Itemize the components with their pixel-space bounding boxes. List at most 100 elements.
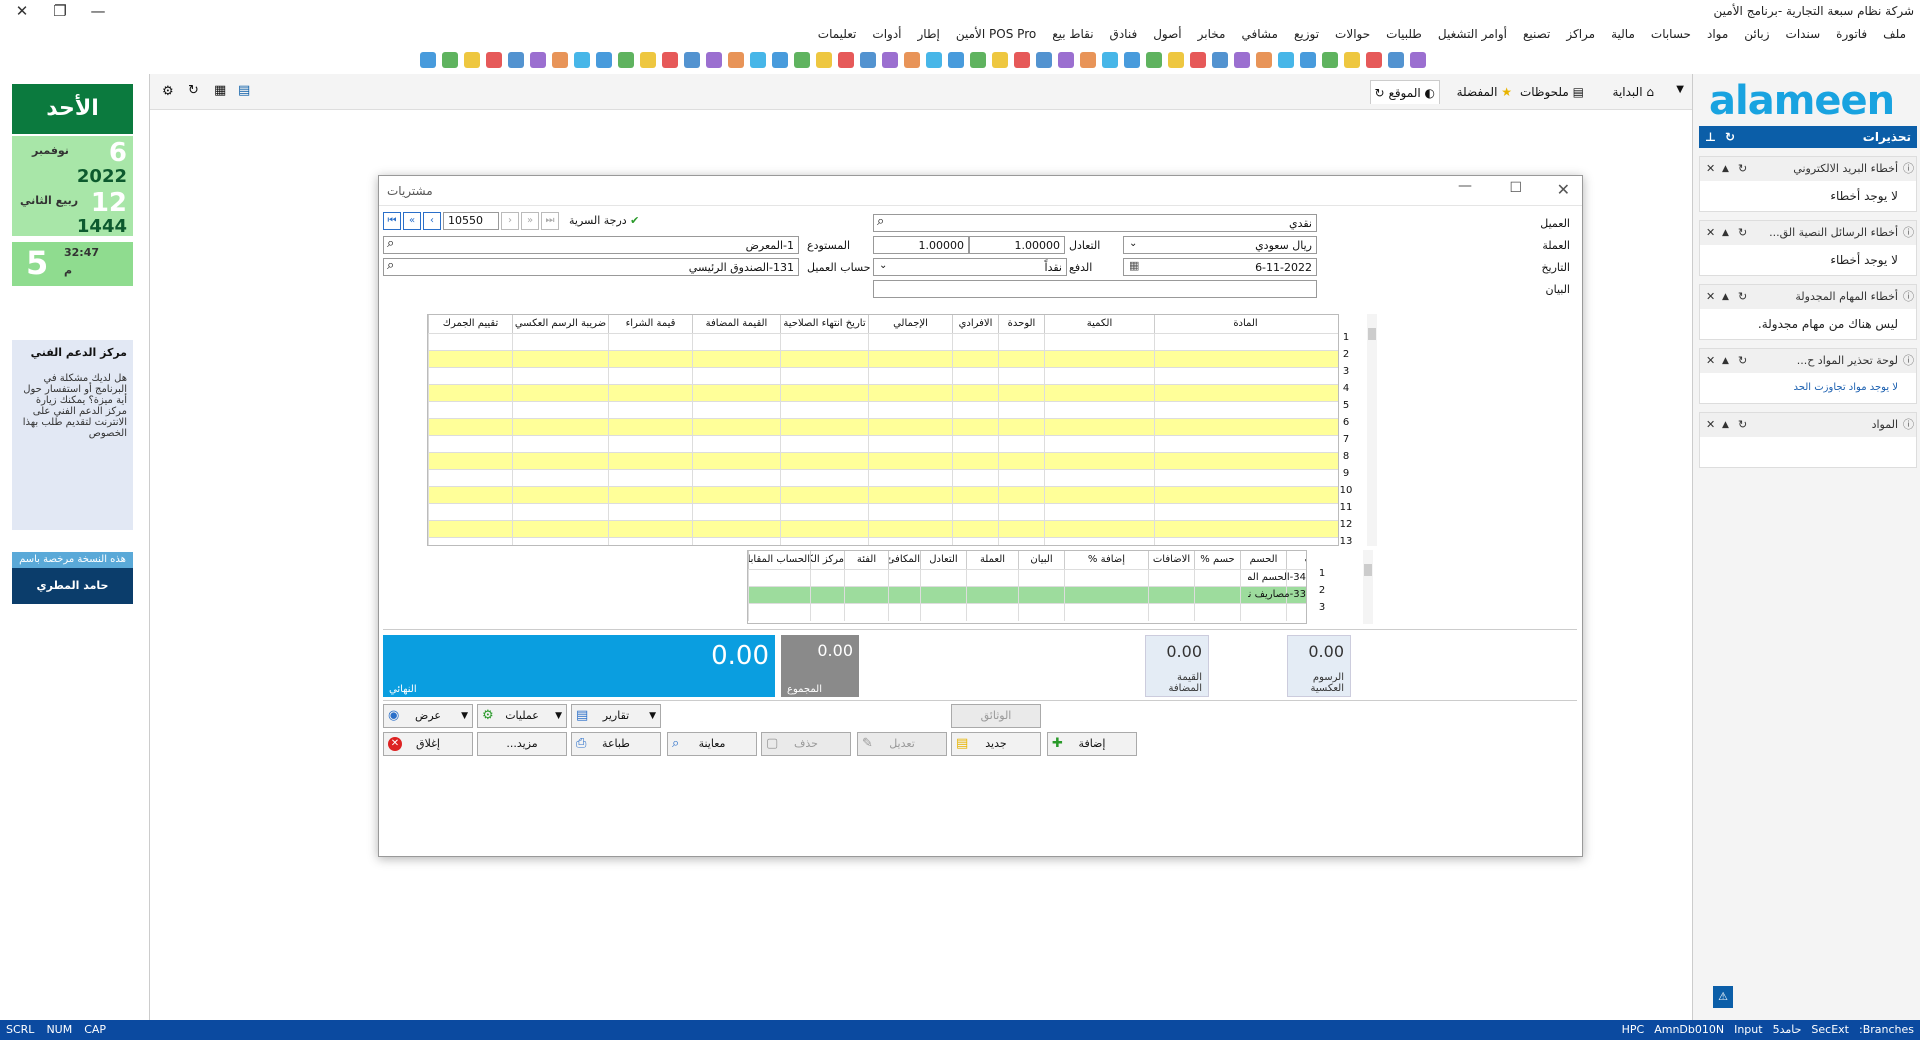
toolbar-icon[interactable]: [684, 52, 700, 68]
account-cell[interactable]: 33-مصاريف نقل: [1248, 589, 1306, 600]
column-header[interactable]: إضافة %: [1064, 551, 1148, 569]
column-header[interactable]: قيمة الشراء: [608, 315, 692, 333]
menu-item-9[interactable]: أوامر التشغيل: [1430, 27, 1515, 41]
toolbar-icon[interactable]: [1278, 52, 1294, 68]
dialog-minimize-button[interactable]: —: [1458, 178, 1472, 194]
toolbar-icon[interactable]: [1388, 52, 1404, 68]
grid-icon[interactable]: ▦: [214, 83, 226, 98]
menu-item-12[interactable]: توزيع: [1286, 27, 1327, 41]
customer-field[interactable]: نقدي: [873, 214, 1317, 232]
close-button[interactable]: إغلاق ✕: [383, 732, 473, 756]
table-row[interactable]: [428, 367, 1338, 385]
items-grid[interactable]: تقييم الجمرك ضريبة الرسم العكسي قيمة الشرا…: [427, 314, 1339, 546]
collapse-icon[interactable]: ▲: [1722, 221, 1729, 245]
menu-item-11[interactable]: حوالات: [1327, 27, 1378, 41]
column-header[interactable]: حسم %: [1194, 551, 1240, 569]
close-icon[interactable]: ✕: [1706, 413, 1715, 437]
search-icon[interactable]: ⌕: [877, 214, 884, 229]
table-row[interactable]: [428, 503, 1338, 521]
close-icon[interactable]: ✕: [1706, 349, 1715, 373]
toolbar-icon[interactable]: [750, 52, 766, 68]
collapse-icon[interactable]: ▲: [1722, 413, 1729, 437]
toolbar-icon[interactable]: [1322, 52, 1338, 68]
toolbar-icon[interactable]: [706, 52, 722, 68]
table-row[interactable]: [748, 603, 1306, 621]
table-row[interactable]: [428, 401, 1338, 419]
menu-item-3[interactable]: زبائن: [1736, 27, 1777, 41]
preview-button[interactable]: معاينة ⌕: [667, 732, 757, 756]
toolbar-icon[interactable]: [640, 52, 656, 68]
table-row[interactable]: 33-مصاريف نقل: [748, 586, 1306, 604]
secrecy-level[interactable]: ✔ درجة السرية: [569, 214, 639, 227]
menu-item-6[interactable]: مالية: [1603, 27, 1643, 41]
delete-button[interactable]: حذف ▢: [761, 732, 851, 756]
next-record-button[interactable]: ›: [501, 212, 519, 230]
items-scrollbar[interactable]: [1367, 314, 1377, 546]
refresh-icon[interactable]: ↻: [1738, 157, 1747, 181]
toolbar-icon[interactable]: [860, 52, 876, 68]
menu-item-1[interactable]: فاتورة: [1828, 27, 1875, 41]
toolbar-icon[interactable]: [904, 52, 920, 68]
toolbar-icon[interactable]: [1234, 52, 1250, 68]
table-row[interactable]: [428, 350, 1338, 368]
table-row[interactable]: [428, 452, 1338, 470]
calendar-icon[interactable]: ▤: [238, 83, 250, 98]
refresh-icon[interactable]: ↻: [1725, 126, 1735, 148]
toolbar-icon[interactable]: [1190, 52, 1206, 68]
search-icon[interactable]: ⌕: [387, 236, 394, 251]
last-record-button[interactable]: ⏭: [541, 212, 559, 230]
refresh-icon[interactable]: ↻: [1738, 285, 1747, 309]
toolbar-icon[interactable]: [816, 52, 832, 68]
toolbar-icon[interactable]: [464, 52, 480, 68]
dialog-close-button[interactable]: ✕: [1557, 180, 1570, 199]
table-row[interactable]: [428, 384, 1338, 402]
table-row[interactable]: [428, 435, 1338, 453]
column-header[interactable]: العملة: [966, 551, 1018, 569]
table-row[interactable]: [428, 469, 1338, 487]
toolbar-icon[interactable]: [992, 52, 1008, 68]
toolbar-icon[interactable]: [838, 52, 854, 68]
menu-item-13[interactable]: مشافي: [1233, 27, 1286, 41]
new-button[interactable]: جديد ▤: [951, 732, 1041, 756]
record-number-input[interactable]: 10550: [443, 212, 499, 230]
column-header[interactable]: الحساب: [1286, 551, 1306, 569]
currency-select[interactable]: ريال سعودي: [1123, 236, 1317, 254]
menu-item-15[interactable]: أصول: [1145, 27, 1189, 41]
toolbar-icon[interactable]: [1036, 52, 1052, 68]
documents-button[interactable]: الوثائق: [951, 704, 1041, 728]
edit-button[interactable]: تعديل ✎: [857, 732, 947, 756]
column-header[interactable]: الاضافات: [1148, 551, 1194, 569]
toolbar-icon[interactable]: [1080, 52, 1096, 68]
support-center[interactable]: مركز الدعم الفني هل لديك مشكلة في البرنا…: [12, 340, 133, 530]
toolbar-icon[interactable]: [1366, 52, 1382, 68]
prev-record-button[interactable]: ‹: [423, 212, 441, 230]
toolbar-icon[interactable]: [1124, 52, 1140, 68]
close-icon[interactable]: ✕: [1706, 157, 1715, 181]
menu-item-17[interactable]: نقاط بيع: [1044, 27, 1101, 41]
toolbar-icon[interactable]: [1058, 52, 1074, 68]
chevron-down-icon[interactable]: ▼: [1676, 84, 1684, 95]
toolbar-icon[interactable]: [442, 52, 458, 68]
toolbar-icon[interactable]: [772, 52, 788, 68]
toolbar-icon[interactable]: [794, 52, 810, 68]
operations-button[interactable]: عمليات ⚙ ▼: [477, 704, 567, 728]
table-row[interactable]: [428, 333, 1338, 351]
menu-item-20[interactable]: أدوات: [864, 27, 909, 41]
tab-notes[interactable]: ▤ ملحوظات: [1516, 80, 1588, 104]
column-header[interactable]: الحسم: [1240, 551, 1286, 569]
table-row[interactable]: [428, 537, 1338, 545]
date-field[interactable]: 6-11-2022: [1123, 258, 1317, 276]
toolbar-icon[interactable]: [552, 52, 568, 68]
tab-favorites[interactable]: ★ المفضلة: [1453, 80, 1516, 104]
collapse-icon[interactable]: ▲: [1722, 157, 1729, 181]
menu-item-7[interactable]: مراكز: [1558, 27, 1603, 41]
toolbar-icon[interactable]: [882, 52, 898, 68]
gear-icon[interactable]: ⚙: [162, 84, 174, 99]
toolbar-icon[interactable]: [1212, 52, 1228, 68]
rate-field-2[interactable]: 1.00000: [873, 236, 969, 254]
account-cell[interactable]: 34-الحسم المكتسب: [1248, 572, 1306, 583]
column-header[interactable]: الكمية: [1044, 315, 1154, 333]
menu-item-8[interactable]: تصنيع: [1515, 27, 1558, 41]
table-row[interactable]: [428, 486, 1338, 504]
warehouse-field[interactable]: 1-المعرض: [383, 236, 799, 254]
